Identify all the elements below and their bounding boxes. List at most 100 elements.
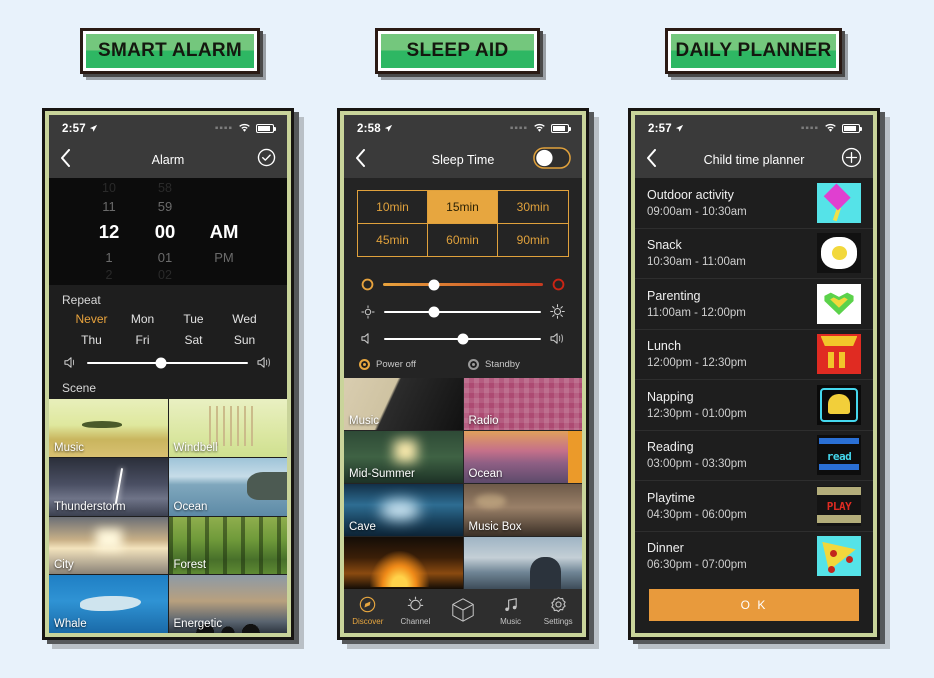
add-item-button[interactable] xyxy=(841,147,862,173)
scene-label: Scene xyxy=(49,379,287,399)
scene-tile-music[interactable]: Music xyxy=(49,399,168,457)
sound-tile-music-box[interactable]: Music Box xyxy=(463,484,582,536)
status-right-group: ▪▪▪▪ xyxy=(801,120,862,138)
badge-label: SMART ALARM xyxy=(97,40,243,61)
back-button[interactable] xyxy=(355,148,366,172)
brightness-low-icon xyxy=(361,304,375,319)
location-arrow-icon xyxy=(384,120,393,138)
confirm-button[interactable] xyxy=(257,148,276,172)
list-item-text: Reading 03:00pm - 03:30pm xyxy=(647,440,809,470)
meridiem-column[interactable]: AM PM xyxy=(193,181,255,283)
sound-tile-ocean[interactable]: Ocean xyxy=(463,431,582,483)
scene-tile-label: Energetic xyxy=(173,618,223,630)
tab-discover[interactable]: Discover xyxy=(344,596,392,626)
repeat-day-tue[interactable]: Tue xyxy=(168,312,219,326)
sound-tile-sea[interactable] xyxy=(463,537,582,589)
location-arrow-icon xyxy=(89,120,98,138)
tab-channel[interactable]: Channel xyxy=(392,596,440,626)
repeat-day-sat[interactable]: Sat xyxy=(168,333,219,347)
timer-option-30min[interactable]: 30min xyxy=(498,191,568,224)
repeat-day-wed[interactable]: Wed xyxy=(219,312,270,326)
sound-tile-label: Music xyxy=(349,415,380,427)
ok-button[interactable]: O K xyxy=(649,589,859,621)
scene-tile-whale[interactable]: Whale xyxy=(49,575,168,633)
timer-option-15min[interactable]: 15min xyxy=(428,191,498,224)
tab-bar: Discover Channel Music Settings xyxy=(344,589,582,633)
back-button[interactable] xyxy=(60,148,71,172)
scene-tile-windbell[interactable]: Windbell xyxy=(168,399,287,457)
volume-slider-row[interactable] xyxy=(359,323,567,349)
list-item[interactable]: Outdoor activity 09:00am - 10:30am xyxy=(635,178,873,229)
pizza-thumbnail xyxy=(817,536,861,577)
phone-frame-olive: 2:57 ▪▪▪▪ xyxy=(45,111,291,637)
circle-warm-icon xyxy=(361,278,374,291)
color-temperature-knob[interactable] xyxy=(428,279,440,290)
volume-high-icon xyxy=(550,332,565,345)
sound-grid: Music Radio Mid-Summer Ocean Cave Music … xyxy=(344,378,582,589)
repeat-day-group: Never Mon Tue Wed Thu Fri Sat Sun xyxy=(62,312,274,347)
sound-tile-label: Ocean xyxy=(468,468,503,480)
brightness-slider-row[interactable] xyxy=(359,295,567,323)
repeat-day-thu[interactable]: Thu xyxy=(66,333,117,347)
tab-music[interactable]: Music xyxy=(487,597,535,626)
volume-track[interactable] xyxy=(384,333,541,344)
scene-tile-city[interactable]: City xyxy=(49,516,168,575)
sound-tile-music[interactable]: Music xyxy=(344,378,463,430)
scene-tile-label: Whale xyxy=(54,618,87,630)
hour-after: 1 xyxy=(105,249,113,265)
timer-option-45min[interactable]: 45min xyxy=(358,224,428,256)
scene-tile-energetic[interactable]: Energetic xyxy=(168,575,287,633)
tab-center-cube[interactable] xyxy=(439,597,487,625)
minute-column[interactable]: 58 59 00 01 02 xyxy=(137,181,193,283)
hour-column[interactable]: 10 11 12 1 2 xyxy=(81,181,137,283)
list-item[interactable]: Playtime 04:30pm - 06:00pm PLAY xyxy=(635,481,873,532)
music-note-icon xyxy=(503,597,519,615)
scene-tile-thunderstorm[interactable]: Thunderstorm xyxy=(49,457,168,516)
scene-tile-forest[interactable]: Forest xyxy=(168,516,287,575)
color-temperature-track[interactable] xyxy=(383,279,543,290)
sleep-toggle[interactable] xyxy=(533,146,571,174)
back-button[interactable] xyxy=(646,148,657,172)
repeat-day-fri[interactable]: Fri xyxy=(117,333,168,347)
brightness-knob[interactable] xyxy=(428,306,440,317)
radio-power-off[interactable]: Power off xyxy=(359,359,416,370)
color-temperature-slider-row[interactable] xyxy=(359,269,567,295)
list-item[interactable]: Reading 03:00pm - 03:30pm read xyxy=(635,431,873,481)
brightness-track[interactable] xyxy=(384,306,541,317)
read-thumbnail: read xyxy=(817,435,861,476)
list-item-time: 03:00pm - 03:30pm xyxy=(647,458,747,471)
compass-icon xyxy=(359,596,376,615)
radio-label: Power off xyxy=(376,359,416,370)
badge-smart-alarm: SMART ALARM xyxy=(80,28,266,80)
scene-tile-ocean[interactable]: Ocean xyxy=(168,457,287,516)
sound-tile-cave[interactable]: Cave xyxy=(344,484,463,536)
volume-slider-knob[interactable] xyxy=(155,357,167,368)
sound-tile-fire[interactable] xyxy=(344,537,463,589)
timer-option-60min[interactable]: 60min xyxy=(428,224,498,256)
repeat-day-sun[interactable]: Sun xyxy=(219,333,270,347)
time-picker[interactable]: 10 11 12 1 2 58 59 00 01 02 AM PM xyxy=(49,178,287,285)
timer-option-90min[interactable]: 90min xyxy=(498,224,568,256)
phone-screen: 2:58 ▪▪▪▪ Sleep Time 10min 15min 30min 4… xyxy=(344,115,582,633)
list-item[interactable]: Parenting 11:00am - 12:00pm xyxy=(635,279,873,330)
fries-thumbnail xyxy=(817,334,861,375)
status-right-group: ▪▪▪▪ xyxy=(215,120,276,138)
tab-settings[interactable]: Settings xyxy=(534,596,582,626)
list-item[interactable]: Snack 10:30am - 11:00am xyxy=(635,229,873,279)
list-item[interactable]: Dinner 06:30pm - 07:00pm xyxy=(635,532,873,582)
repeat-day-never[interactable]: Never xyxy=(66,312,117,326)
cube-icon xyxy=(450,597,476,625)
radio-standby[interactable]: Standby xyxy=(467,359,520,370)
badge-white-border: DAILY PLANNER xyxy=(668,31,839,71)
repeat-day-mon[interactable]: Mon xyxy=(117,312,168,326)
timer-option-10min[interactable]: 10min xyxy=(358,191,428,224)
volume-knob[interactable] xyxy=(457,333,468,344)
sound-tile-radio[interactable]: Radio xyxy=(463,378,582,430)
phone-smart-alarm: 2:57 ▪▪▪▪ Alarm 10 11 12 1 2 58 59 00 01… xyxy=(42,108,304,649)
tab-label: Music xyxy=(500,616,522,626)
volume-slider-row[interactable] xyxy=(62,347,274,373)
list-item[interactable]: Napping 12:30pm - 01:00pm xyxy=(635,380,873,431)
sound-tile-mid-summer[interactable]: Mid-Summer xyxy=(344,431,463,483)
volume-slider-track[interactable] xyxy=(87,357,248,368)
list-item[interactable]: Lunch 12:00pm - 12:30pm xyxy=(635,330,873,380)
